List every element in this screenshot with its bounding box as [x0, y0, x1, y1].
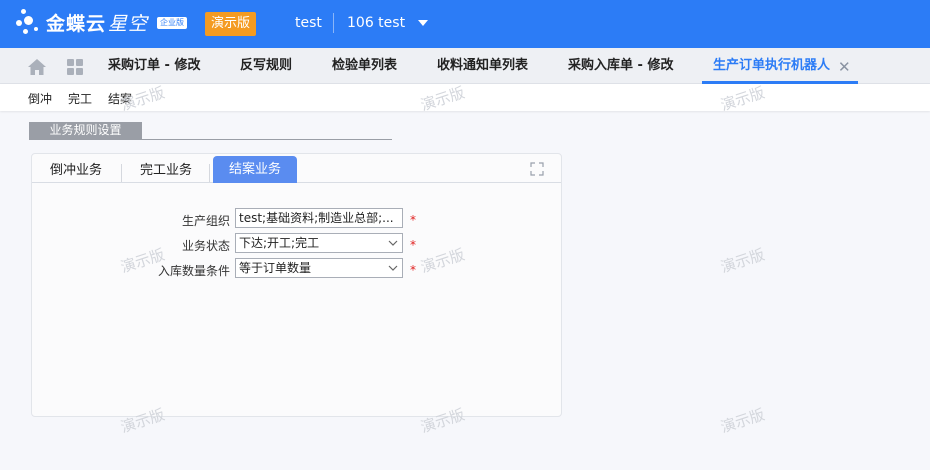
production-org-select[interactable]: test;基础资料;制造业总部;... — [235, 208, 403, 228]
user-name[interactable]: test — [295, 15, 322, 31]
field-label-business-status: 业务状态 — [181, 239, 230, 253]
chevron-down-icon[interactable] — [418, 20, 428, 26]
top-bar: 金蝶云 星空 企业版 演示版 test 106 test — [0, 0, 930, 48]
edition-badge: 企业版 — [157, 17, 187, 29]
complete-button[interactable]: 完工 — [68, 90, 92, 107]
section-divider — [29, 139, 392, 140]
tab-separator — [121, 164, 122, 182]
tab-receipt-notice-list[interactable]: 收料通知单列表 — [437, 48, 528, 84]
field-label-production-org: 生产组织 — [181, 214, 230, 228]
inbound-qty-condition-select[interactable]: 等于订单数量 — [235, 258, 403, 278]
business-status-value: 下达;开工;完工 — [239, 236, 320, 250]
tab-backflush-business[interactable]: 倒冲业务 — [50, 159, 102, 183]
expand-icon[interactable] — [530, 162, 544, 176]
toolbar — [0, 84, 930, 111]
tab-production-order-robot[interactable]: 生产订单执行机器人 — [713, 48, 830, 84]
production-org-value: test;基础资料;制造业总部;... — [239, 211, 394, 225]
demo-badge: 演示版 — [205, 12, 256, 36]
chevron-down-icon[interactable] — [388, 239, 398, 247]
required-mark: * — [410, 213, 416, 227]
backflush-button[interactable]: 倒冲 — [28, 90, 52, 107]
inbound-qty-condition-value: 等于订单数量 — [239, 261, 312, 275]
header-divider — [333, 13, 334, 33]
required-mark: * — [410, 263, 416, 277]
field-label-inbound-qty-condition: 入库数量条件 — [157, 264, 230, 278]
tab-close-business[interactable]: 结案业务 — [213, 156, 297, 183]
business-status-select[interactable]: 下达;开工;完工 — [235, 233, 403, 253]
chevron-down-icon[interactable] — [388, 264, 398, 272]
logo-icon — [14, 8, 44, 38]
org-selector[interactable]: 106 test — [347, 15, 405, 31]
tab-purchase-order-edit[interactable]: 采购订单 - 修改 — [108, 48, 200, 84]
tab-purchase-inbound-edit[interactable]: 采购入库单 - 修改 — [568, 48, 673, 84]
rules-panel — [31, 153, 562, 417]
close-icon[interactable]: ✕ — [838, 59, 851, 75]
watermark: 演示版 — [718, 405, 767, 437]
tab-inspection-list[interactable]: 检验单列表 — [332, 48, 397, 84]
apps-icon[interactable] — [67, 59, 83, 75]
home-icon[interactable] — [27, 58, 47, 76]
tab-separator — [209, 164, 210, 182]
close-case-button[interactable]: 结案 — [108, 90, 132, 107]
tab-complete-business[interactable]: 完工业务 — [140, 159, 192, 183]
required-mark: * — [410, 238, 416, 252]
watermark: 演示版 — [718, 245, 767, 277]
section-title: 业务规则设置 — [29, 122, 142, 139]
tab-writeback-rules[interactable]: 反写规则 — [240, 48, 292, 84]
logo: 金蝶云 星空 — [46, 13, 149, 35]
